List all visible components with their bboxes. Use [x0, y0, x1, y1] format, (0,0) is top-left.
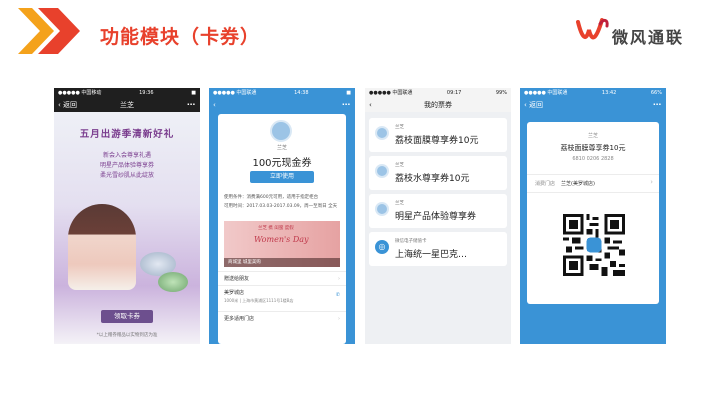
ticket-merchant: 微信电子储值卡 [395, 239, 427, 244]
merchant-avatar [375, 164, 389, 178]
promo-subline-2: 明星产品体验尊享券 [99, 162, 154, 169]
ticket-merchant: 兰芝 [395, 163, 404, 168]
gift-to-friend-row[interactable]: 赠送给朋友 › [218, 271, 346, 285]
coupon-card: 兰芝 100元现金券 立即使用 使用条件：消费满600元可用，适用于指定柜台 可… [218, 114, 346, 344]
promo-headline: 五月出游季清新好礼 [79, 129, 175, 140]
ticket-merchant: 兰芝 [395, 125, 404, 130]
back-label: 返回 [529, 100, 544, 109]
nav-title: 兰芝 [120, 100, 134, 109]
store-row[interactable]: 美罗城店 1000米 | 上海市黄浦区1111号1楼B店 ✆ [218, 285, 346, 311]
ticket-title: 荔枝水尊享券10元 [395, 174, 470, 184]
back-button[interactable]: ‹ 返回 [524, 100, 543, 110]
qr-code-icon[interactable] [563, 214, 625, 276]
merchant-name: 兰芝 [587, 133, 598, 139]
coupon-title: 100元现金券 [252, 158, 312, 169]
coupon-detail-card: 兰芝 荔枝面膜尊享券10元 6810 0206 2828 消费门店 兰芝(美罗城… [527, 122, 659, 304]
phone-icon[interactable]: ✆ [336, 292, 340, 298]
merchant-name: 兰芝 [276, 145, 287, 151]
ticket-merchant: 兰芝 [395, 201, 404, 206]
ticket-item[interactable]: 兰芝 明星产品体验尊享券 [369, 194, 507, 228]
carrier-label: ●●●●● 中国联通 [213, 90, 257, 96]
brand-logo-text: 微风通联 [612, 28, 685, 47]
chevron-right-icon: › [338, 316, 340, 322]
merchant-avatar [375, 202, 389, 216]
store-label: 消费门店 [535, 181, 556, 187]
ticket-item[interactable]: ◎ 微信电子储值卡 上海统一星巴克… [369, 232, 507, 266]
coupon-code: 6810 0206 2828 [572, 156, 614, 162]
ticket-item[interactable]: 兰芝 荔枝面膜尊享券10元 [369, 118, 507, 152]
ticket-title: 荔枝面膜尊享券10元 [395, 136, 479, 146]
status-time: 09:17 [446, 89, 462, 96]
slide-title: 功能模块（卡券） [100, 26, 261, 48]
status-time: 19:36 [139, 89, 154, 96]
status-time: 13:42 [601, 89, 617, 96]
nav-bar: ‹ 返回 兰芝 ⋯ [54, 97, 200, 112]
chevron-right-icon: › [338, 276, 340, 282]
back-icon[interactable]: ‹ [213, 101, 216, 109]
back-icon[interactable]: ‹ [369, 101, 372, 109]
ticket-item[interactable]: 兰芝 荔枝水尊享券10元 [369, 156, 507, 190]
phone-screenshot-1: ●●●●● 中国移动 19:36 ■ ‹ 返回 兰芝 ⋯ 五月出游季清新好礼 新… [54, 88, 200, 344]
promo-subline-1: 新会入会尊享礼遇 [102, 152, 151, 159]
more-icon[interactable]: ⋯ [653, 100, 661, 108]
battery-icon: 99% [495, 89, 507, 96]
brand-logo: 微风通联 [576, 14, 706, 48]
more-icon[interactable]: ⋯ [187, 100, 195, 108]
promo-headline: Women's Day [254, 235, 309, 244]
slide: 功能模块（卡券） 微风通联 ●●●●● 中国移动 19:36 ■ ‹ 返回 兰芝… [0, 0, 720, 405]
promo-banner[interactable]: 兰芝 携 闺蜜 度假 Women's Day 商城里 城里美购 [224, 221, 340, 267]
store-value[interactable]: 兰芝(美罗城店) [561, 180, 595, 187]
chevron-decoration-icon [18, 8, 80, 54]
use-now-button[interactable]: 立即使用 [250, 171, 314, 183]
promo-small-text: 兰芝 携 闺蜜 度假 [258, 226, 294, 231]
nav-title: 我的票券 [424, 100, 452, 109]
back-button[interactable]: ‹ 返回 [58, 100, 77, 110]
chevron-right-icon: › [650, 178, 653, 186]
more-stores-row[interactable]: 更多适用门店 › [218, 311, 346, 325]
more-icon[interactable]: ⋯ [342, 100, 350, 108]
phone-screenshot-2: ●●●●● 中国联通 14:38 ■ ‹ ⋯ 兰芝 100元现金券 立即使用 使… [209, 88, 355, 344]
status-bar: ●●●●● 中国移动 19:36 ■ [54, 88, 200, 97]
carrier-label: ●●●●● 中国移动 [58, 90, 102, 96]
carrier-label: ●●●●● 中国联通 [369, 90, 413, 96]
carrier-label: ●●●●● 中国联通 [524, 90, 568, 96]
green-compact-image [158, 272, 188, 292]
battery-icon: ■ [346, 89, 351, 96]
more-stores-label: 更多适用门店 [224, 316, 255, 322]
divider [527, 192, 659, 193]
model-image [68, 204, 136, 290]
promo-subline-3: 柔光雪纱肌从此绽放 [99, 172, 154, 179]
promo-caption: 商城里 城里美购 [224, 258, 340, 267]
battery-icon: ■ [191, 89, 196, 96]
gift-to-friend-label: 赠送给朋友 [224, 276, 250, 282]
coupon-validity: 可用时间：2017.03.03-2017.03.09，周一至周日 全天 [224, 204, 338, 209]
footnote: *以上赠券赠品以实物到店为准 [96, 333, 158, 338]
ticket-title: 明星产品体验尊享券 [395, 212, 477, 222]
back-label: 返回 [63, 100, 78, 109]
nav-bar: ‹ 返回 ⋯ [520, 97, 666, 112]
claim-coupon-button[interactable]: 领取卡券 [101, 310, 153, 323]
nav-bar: ‹ ⋯ [209, 97, 355, 112]
divider [527, 174, 659, 175]
phone-screenshot-4: ●●●●● 中国联通 13:42 66% ‹ 返回 ⋯ 兰芝 荔枝面膜尊享券10… [520, 88, 666, 344]
store-address: 1000米 | 上海市黄浦区1111号1楼B店 [224, 298, 294, 303]
phone-screenshot-3: ●●●●● 中国联通 09:17 99% ‹ 我的票券 兰芝 荔枝面膜尊享券10… [365, 88, 511, 344]
ticket-title: 上海统一星巴克… [395, 250, 468, 260]
status-bar: ●●●●● 中国联通 13:42 66% [520, 88, 666, 97]
merchant-avatar [375, 126, 389, 140]
battery-icon: 66% [650, 89, 662, 96]
status-time: 14:38 [294, 89, 309, 96]
merchant-avatar [270, 120, 292, 142]
coupon-condition: 使用条件：消费满600元可用，适用于指定柜台 [224, 195, 319, 200]
nav-bar: ‹ 我的票券 [365, 97, 511, 112]
brand-logo-icon [576, 18, 609, 40]
coupon-title: 荔枝面膜尊享券10元 [560, 144, 626, 152]
status-bar: ●●●●● 中国联通 14:38 ■ [209, 88, 355, 97]
wechat-card-icon: ◎ [375, 240, 389, 254]
status-bar: ●●●●● 中国联通 09:17 99% [365, 88, 511, 97]
store-name: 美罗城店 [224, 290, 245, 296]
